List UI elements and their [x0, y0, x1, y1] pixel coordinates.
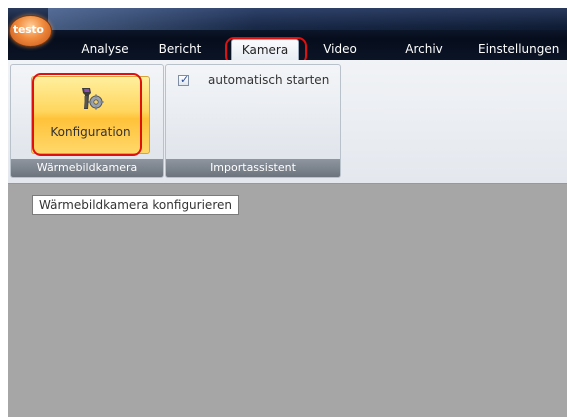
tab-video[interactable]: Video — [314, 38, 366, 60]
group-label-importassistent: Importassistent — [166, 159, 340, 177]
checkmark-icon: ✓ — [180, 73, 190, 86]
tooltip: Wärmebildkamera konfigurieren — [32, 195, 239, 215]
app-window: testo Analyse Bericht Kamera Video Archi… — [8, 8, 567, 417]
auto-start-checkbox[interactable]: ✓ — [178, 73, 190, 86]
auto-start-label: automatisch starten — [208, 73, 330, 87]
app-menu-orb[interactable]: testo — [9, 15, 52, 47]
tab-bericht[interactable]: Bericht — [150, 38, 210, 60]
title-bar-sheen — [48, 8, 567, 30]
tab-archiv[interactable]: Archiv — [396, 38, 452, 60]
tab-analyse[interactable]: Analyse — [68, 38, 142, 60]
testo-logo: testo — [13, 23, 44, 36]
group-label-waermebildkamera: Wärmebildkamera — [11, 159, 163, 177]
group-importassistent: ✓ automatisch starten Importassistent — [165, 64, 341, 178]
highlight-konfiguration-button — [32, 73, 142, 156]
tab-einstellungen[interactable]: Einstellungen — [478, 38, 567, 60]
